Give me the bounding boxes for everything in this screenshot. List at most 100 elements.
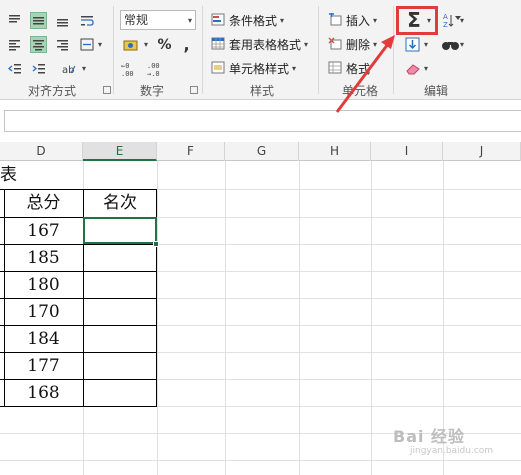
percent-style-button[interactable]: %	[156, 36, 173, 53]
fill-handle[interactable]	[153, 241, 159, 247]
total-cell[interactable]: 170	[4, 299, 83, 326]
svg-text:Z: Z	[443, 21, 448, 28]
group-label-cells: 单元格	[342, 84, 379, 98]
group-label-number: 数字	[140, 84, 165, 98]
fill-icon[interactable]	[404, 36, 421, 53]
separator	[113, 6, 114, 94]
wrap-text-icon[interactable]	[78, 12, 95, 29]
gridline	[371, 161, 372, 475]
formula-input[interactable]	[4, 110, 521, 132]
merge-center-icon[interactable]	[78, 36, 95, 53]
conditional-formatting-button[interactable]: 条件格式 ▾	[210, 10, 284, 30]
ribbon: ▾ ab ▾ 对齐方式 常规 ▾ ▾ % , ←0.00 .00 →.0 数字 …	[0, 0, 521, 100]
conditional-formatting-label: 条件格式	[229, 13, 278, 28]
column-header-J[interactable]: J	[443, 142, 521, 161]
format-as-table-icon	[210, 36, 226, 52]
currency-dropdown-icon[interactable]: ▾	[144, 40, 148, 49]
conditional-formatting-icon	[210, 12, 226, 28]
watermark-url: jingyan.baidu.com	[410, 446, 494, 456]
column-header-D[interactable]: D	[0, 142, 83, 161]
align-middle-icon[interactable]	[30, 12, 47, 29]
svg-text:←0: ←0	[121, 62, 129, 70]
format-label: 格式	[346, 61, 371, 76]
separator	[202, 6, 203, 94]
column-header-F[interactable]: F	[157, 142, 225, 161]
insert-cells-icon	[327, 12, 343, 28]
format-as-table-label: 套用表格格式	[229, 37, 302, 52]
format-as-table-button[interactable]: 套用表格格式 ▾	[210, 34, 308, 54]
chevron-down-icon: ▾	[187, 16, 192, 25]
align-right-icon[interactable]	[54, 36, 71, 53]
insert-label: 插入	[346, 13, 371, 28]
column-header-I[interactable]: I	[371, 142, 443, 161]
increase-decimal-icon[interactable]: ←0.00	[120, 60, 144, 77]
svg-text:→.0: →.0	[147, 70, 160, 77]
column-header-G[interactable]: G	[225, 142, 299, 161]
group-label-styles: 样式	[250, 84, 275, 98]
total-cell[interactable]: 168	[4, 380, 83, 407]
gridline	[0, 460, 521, 461]
number-format-value: 常规	[124, 13, 149, 27]
fill-dropdown-icon[interactable]: ▾	[424, 40, 428, 49]
header-rank-cell[interactable]: 名次	[84, 190, 156, 217]
chevron-down-icon: ▾	[292, 63, 297, 73]
autosum-highlight-box	[396, 6, 438, 35]
gridline	[299, 161, 300, 475]
svg-text:.00: .00	[121, 70, 134, 77]
merge-dropdown-icon[interactable]: ▾	[98, 40, 102, 49]
number-launcher-icon[interactable]	[190, 86, 198, 94]
clear-eraser-icon[interactable]	[404, 60, 421, 77]
clear-dropdown-icon[interactable]: ▾	[424, 64, 428, 73]
align-bottom-icon[interactable]	[54, 12, 71, 29]
column-header-row: D E F G H I J	[0, 142, 521, 161]
separator	[318, 6, 319, 94]
column-header-H[interactable]: H	[299, 142, 371, 161]
format-button[interactable]: 格式	[327, 58, 370, 78]
currency-format-icon[interactable]	[120, 36, 142, 53]
selected-cell-rank[interactable]	[83, 217, 157, 244]
orientation-icon[interactable]: ab	[60, 60, 77, 77]
column-header-E[interactable]: E	[83, 142, 157, 161]
group-label-editing: 编辑	[424, 84, 449, 98]
chevron-down-icon: ▾	[280, 15, 285, 25]
number-format-select[interactable]: 常规 ▾	[120, 10, 196, 30]
find-dropdown-icon[interactable]: ▾	[460, 40, 464, 49]
svg-text:.00: .00	[147, 62, 160, 70]
delete-label: 删除	[346, 37, 371, 52]
total-cell[interactable]: 180	[4, 272, 83, 299]
align-top-icon[interactable]	[6, 12, 23, 29]
excel-window: ▾ ab ▾ 对齐方式 常规 ▾ ▾ % , ←0.00 .00 →.0 数字 …	[0, 0, 521, 475]
chevron-down-icon: ▾	[373, 15, 378, 25]
align-center-icon[interactable]	[30, 36, 47, 53]
total-cell[interactable]: 167	[4, 218, 83, 245]
cell-styles-label: 单元格样式	[229, 61, 290, 76]
total-cell[interactable]: 184	[4, 326, 83, 353]
cell-styles-icon	[210, 60, 226, 76]
comma-style-button[interactable]: ,	[178, 35, 195, 54]
total-cell[interactable]: 185	[4, 245, 83, 272]
increase-indent-icon[interactable]	[30, 60, 47, 77]
orientation-dropdown-icon[interactable]: ▾	[82, 64, 86, 73]
watermark-logo: Bai 经验	[393, 427, 466, 446]
decrease-indent-icon[interactable]	[6, 60, 23, 77]
align-left-icon[interactable]	[6, 36, 23, 53]
formula-bar	[0, 108, 521, 134]
sort-dropdown-icon[interactable]: ▾	[460, 16, 464, 25]
header-total-cell[interactable]: 总分	[4, 190, 83, 217]
chevron-down-icon: ▾	[304, 39, 309, 49]
gridline	[157, 161, 158, 475]
title-fragment: 表	[0, 165, 17, 185]
insert-button[interactable]: 插入 ▾	[327, 10, 377, 30]
find-select-icon[interactable]	[440, 36, 462, 53]
delete-button[interactable]: 删除 ▾	[327, 34, 377, 54]
svg-text:A: A	[443, 13, 448, 21]
gridline	[225, 161, 226, 475]
alignment-launcher-icon[interactable]	[103, 86, 111, 94]
delete-cells-icon	[327, 36, 343, 52]
total-cell[interactable]: 177	[4, 353, 83, 380]
decrease-decimal-icon[interactable]: .00 →.0	[146, 60, 170, 77]
chevron-down-icon: ▾	[373, 39, 378, 49]
format-cells-icon	[327, 60, 343, 76]
group-label-alignment: 对齐方式	[28, 84, 77, 98]
cell-styles-button[interactable]: 单元格样式 ▾	[210, 58, 296, 78]
